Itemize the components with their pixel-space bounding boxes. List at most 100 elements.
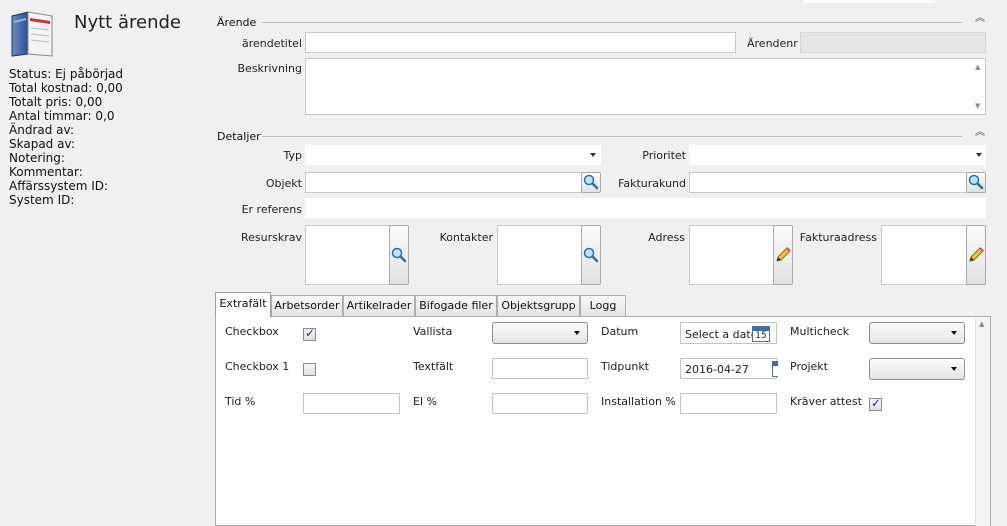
resource-requirements-lookup-button[interactable]: [389, 225, 409, 285]
invoice-customer-lookup-button[interactable]: [966, 172, 986, 193]
invoice-customer-input[interactable]: [689, 172, 967, 193]
tab-extrafalt[interactable]: Extrafält: [215, 292, 271, 317]
top-tab-strip: [804, 0, 934, 3]
object-lookup-button[interactable]: [581, 172, 601, 193]
total-price-text: Totalt pris: 0,00: [9, 95, 103, 109]
multicheck-label: Multicheck: [790, 325, 850, 338]
contacts-label: Kontakter: [439, 231, 493, 244]
changed-by-text: Ändrad av:: [9, 123, 74, 137]
case-number-input: [800, 32, 986, 53]
created-by-text: Skapad av:: [9, 137, 75, 151]
scroll-down-icon[interactable]: ▼: [975, 102, 980, 110]
chevron-down-icon[interactable]: [590, 153, 596, 157]
checkbox1-checkbox[interactable]: [303, 363, 316, 376]
hours-text: Antal timmar: 0,0: [9, 109, 115, 123]
tid-label: Tid %: [225, 395, 256, 408]
object-label: Objekt: [265, 177, 302, 190]
resource-requirements-list[interactable]: [305, 225, 390, 285]
system-id-text: System ID:: [9, 193, 75, 207]
checkmark-icon: ✓: [305, 326, 316, 340]
title-label: ärendetitel: [241, 37, 302, 50]
calendar-day: 15: [755, 331, 767, 341]
kraver-attest-label: Kräver attest: [790, 395, 862, 408]
datum-label: Datum: [601, 325, 639, 338]
contacts-list[interactable]: [497, 225, 582, 285]
invoice-customer-label: Fakturakund: [618, 177, 686, 190]
description-textarea[interactable]: [305, 58, 986, 115]
invoice-address-label: Fakturaadress: [799, 231, 877, 244]
double-chevron-up-icon[interactable]: ︽: [975, 14, 985, 28]
chevron-down-icon: [574, 331, 580, 335]
textfalt-input[interactable]: [492, 358, 588, 379]
pencil-icon: [969, 247, 984, 262]
address-box[interactable]: [689, 225, 774, 285]
case-number-label: Ärendenr: [747, 37, 798, 50]
vallista-label: Vallista: [413, 325, 453, 338]
priority-label: Prioritet: [642, 149, 686, 162]
installation-label: Installation %: [601, 395, 676, 408]
panel-scrollbar[interactable]: [975, 317, 990, 526]
datum-input[interactable]: Select a date 15: [680, 322, 777, 344]
tab-logg[interactable]: Logg: [580, 295, 626, 316]
type-select[interactable]: [305, 145, 601, 165]
invoice-address-edit-button[interactable]: [966, 225, 986, 285]
magnifier-icon: [583, 174, 599, 190]
scroll-up-icon[interactable]: ▲: [979, 320, 984, 328]
total-cost-text: Total kostnad: 0,00: [9, 81, 123, 95]
business-system-id-text: Affärssystem ID:: [9, 179, 109, 193]
multicheck-select[interactable]: [869, 322, 965, 344]
tab-objektsgrupp[interactable]: Objektsgrupp: [497, 295, 580, 316]
status-text: Status: Ej påbörjad: [9, 67, 123, 81]
checkbox1-label: Checkbox 1: [225, 360, 290, 373]
details-divider: [262, 136, 962, 137]
your-reference-label: Er referens: [241, 203, 302, 216]
comment-text: Kommentar:: [9, 165, 83, 179]
calendar-icon[interactable]: [772, 361, 778, 377]
book-icon: [8, 10, 58, 58]
kraver-attest-checkbox[interactable]: ✓: [869, 396, 882, 411]
checkmark-icon: ✓: [871, 396, 882, 410]
vallista-select[interactable]: [492, 322, 588, 344]
el-label: El %: [413, 395, 437, 408]
textfalt-label: Textfält: [413, 360, 454, 373]
details-section-title: Detaljer: [217, 130, 261, 143]
type-label: Typ: [283, 149, 303, 162]
title-input[interactable]: [305, 32, 736, 53]
note-text: Notering:: [9, 151, 65, 165]
scroll-up-icon[interactable]: ▲: [975, 63, 980, 71]
your-reference-input[interactable]: [305, 198, 986, 218]
pencil-icon: [776, 247, 791, 262]
tab-bifogade-filer[interactable]: Bifogade filer: [415, 295, 497, 316]
tid-input[interactable]: [303, 393, 400, 414]
invoice-address-box[interactable]: [881, 225, 967, 285]
calendar-icon[interactable]: 15: [752, 326, 770, 342]
installation-input[interactable]: [680, 393, 777, 414]
projekt-label: Projekt: [790, 360, 828, 373]
checkbox-label: Checkbox: [225, 325, 279, 338]
resource-requirements-label: Resurskrav: [240, 231, 302, 244]
double-chevron-up-icon[interactable]: ︽: [975, 128, 985, 142]
arende-divider: [262, 22, 962, 23]
projekt-select[interactable]: [869, 358, 965, 380]
tidpunkt-value: 2016-04-27: [685, 363, 749, 376]
magnifier-icon: [391, 247, 407, 263]
arende-section-title: Ärende: [217, 16, 257, 29]
contacts-lookup-button[interactable]: [581, 225, 601, 285]
tab-arbetsorder[interactable]: Arbetsorder: [271, 295, 343, 316]
extrafalt-panel: [215, 316, 991, 526]
address-label: Adress: [648, 231, 685, 244]
description-label: Beskrivning: [237, 62, 303, 75]
checkbox-checkbox[interactable]: ✓: [303, 326, 316, 341]
tidpunkt-input[interactable]: 2016-04-27: [680, 358, 778, 379]
priority-select[interactable]: [689, 145, 986, 165]
chevron-down-icon: [951, 367, 957, 371]
tab-artikelrader[interactable]: Artikelrader: [343, 295, 415, 316]
el-input[interactable]: [492, 393, 588, 414]
datum-placeholder: Select a date: [685, 328, 758, 341]
address-edit-button[interactable]: [773, 225, 793, 285]
chevron-down-icon: [951, 331, 957, 335]
object-input[interactable]: [305, 172, 582, 193]
magnifier-icon: [583, 247, 599, 263]
chevron-down-icon[interactable]: [976, 153, 982, 157]
tidpunkt-label: Tidpunkt: [601, 360, 650, 373]
